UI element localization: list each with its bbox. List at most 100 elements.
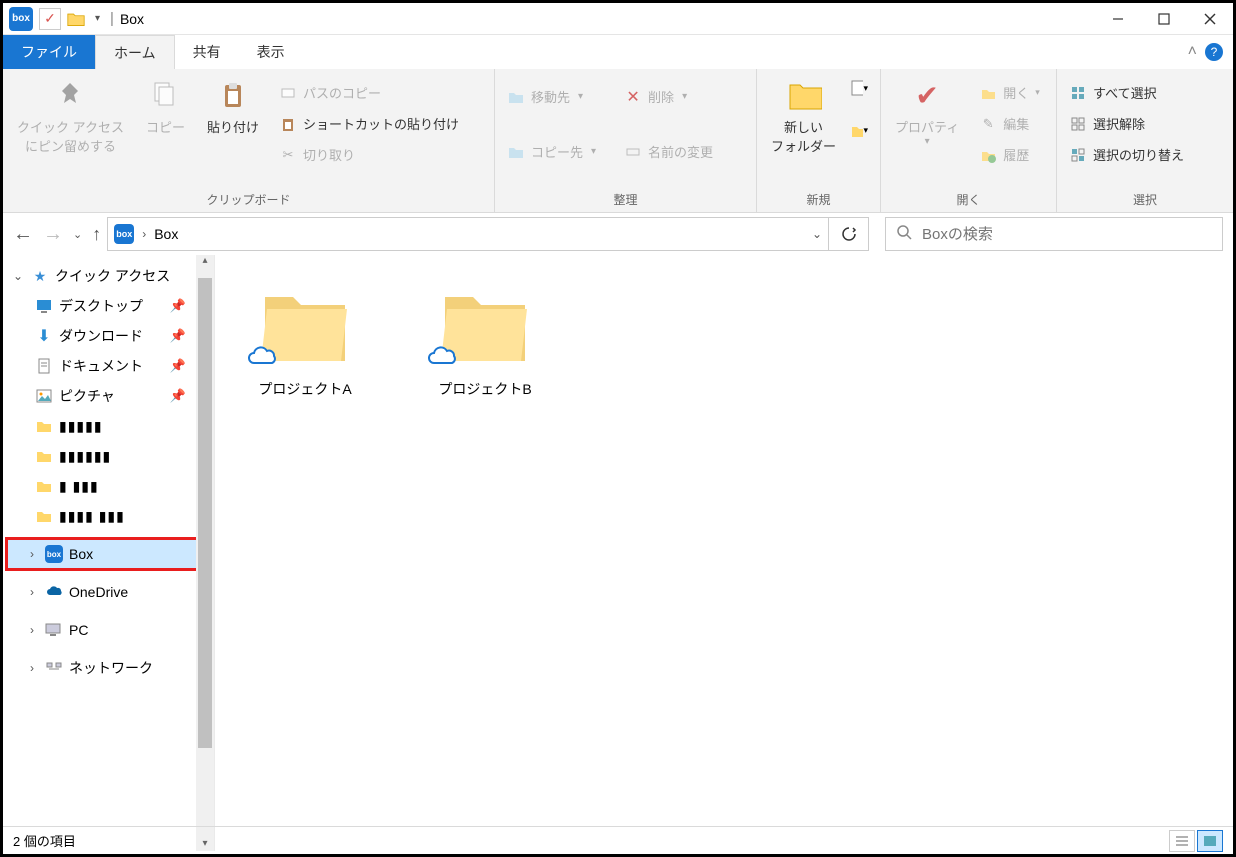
edit-icon: ✎ bbox=[979, 115, 997, 133]
back-button[interactable]: ← bbox=[13, 223, 33, 246]
chevron-right-icon[interactable]: › bbox=[25, 547, 39, 561]
delete-button[interactable]: ✕ 削除▾ bbox=[618, 83, 719, 110]
select-all-button[interactable]: すべて選択 bbox=[1063, 79, 1190, 106]
folder-icon bbox=[435, 279, 535, 369]
tree-downloads[interactable]: ⬇ ダウンロード 📌 bbox=[7, 321, 210, 351]
new-folder-button[interactable]: 新しい フォルダー bbox=[763, 73, 844, 159]
address-dropdown-icon[interactable]: ⌄ bbox=[812, 227, 822, 241]
sidebar-scrollbar[interactable]: ▴ ▾ bbox=[196, 255, 214, 851]
onedrive-icon bbox=[45, 583, 63, 601]
select-none-button[interactable]: 選択解除 bbox=[1063, 110, 1190, 137]
paste-button[interactable]: 貼り付け bbox=[199, 73, 267, 140]
maximize-button[interactable] bbox=[1141, 3, 1187, 35]
move-to-icon bbox=[507, 88, 525, 106]
content-pane[interactable]: プロジェクトA プロジェクトB bbox=[215, 255, 1233, 851]
box-app-icon[interactable]: box bbox=[9, 7, 33, 31]
pin-icon: 📌 bbox=[170, 358, 186, 374]
document-icon bbox=[35, 357, 53, 375]
details-view-button[interactable] bbox=[1169, 830, 1195, 852]
copy-to-button[interactable]: コピー先▾ bbox=[501, 138, 602, 165]
tree-onedrive[interactable]: › OneDrive bbox=[7, 577, 210, 607]
folder-project-b[interactable]: プロジェクトB bbox=[415, 279, 555, 399]
pc-icon bbox=[45, 621, 63, 639]
rename-button[interactable]: 名前の変更 bbox=[618, 138, 719, 165]
tree-recent-folder-1[interactable]: ▮▮▮▮▮ bbox=[7, 411, 210, 441]
scissors-icon: ✂ bbox=[279, 146, 297, 164]
tab-share[interactable]: 共有 bbox=[175, 35, 239, 69]
invert-selection-button[interactable]: 選択の切り替え bbox=[1063, 141, 1190, 168]
pin-icon: 📌 bbox=[170, 328, 186, 344]
pin-icon: 📌 bbox=[170, 298, 186, 314]
properties-qat-icon[interactable]: ✓ bbox=[39, 8, 61, 30]
network-icon bbox=[45, 659, 63, 677]
folder-icon bbox=[35, 507, 53, 525]
forward-button[interactable]: → bbox=[43, 223, 63, 246]
title-bar: box ✓ ▾ | Box bbox=[3, 3, 1233, 35]
refresh-button[interactable] bbox=[829, 217, 869, 251]
tree-recent-folder-4[interactable]: ▮▮▮▮ ▮▮▮ bbox=[7, 501, 210, 531]
up-button[interactable]: ↑ bbox=[92, 224, 101, 245]
tree-box[interactable]: › box Box bbox=[7, 539, 210, 569]
cut-button[interactable]: ✂ 切り取り bbox=[273, 141, 465, 168]
open-icon bbox=[979, 84, 997, 102]
pin-icon bbox=[52, 77, 88, 113]
tab-home[interactable]: ホーム bbox=[95, 35, 175, 69]
window-title: Box bbox=[120, 11, 144, 27]
paste-icon bbox=[215, 77, 251, 113]
paste-shortcut-icon bbox=[279, 115, 297, 133]
pin-to-quick-access-button[interactable]: クイック アクセス にピン留めする bbox=[9, 73, 132, 159]
title-separator: | bbox=[110, 10, 114, 27]
status-bar: 2 個の項目 bbox=[3, 826, 1233, 854]
tree-desktop[interactable]: デスクトップ 📌 bbox=[7, 291, 210, 321]
easy-access-icon[interactable]: ▾ bbox=[850, 121, 868, 139]
tree-recent-folder-3[interactable]: ▮ ▮▮▮ bbox=[7, 471, 210, 501]
large-icons-view-button[interactable] bbox=[1197, 830, 1223, 852]
help-icon[interactable]: ? bbox=[1205, 43, 1223, 61]
history-icon bbox=[979, 146, 997, 164]
open-button[interactable]: 開く▾ bbox=[973, 79, 1046, 106]
close-button[interactable] bbox=[1187, 3, 1233, 35]
folder-project-a[interactable]: プロジェクトA bbox=[235, 279, 375, 399]
scrollbar-thumb[interactable] bbox=[198, 278, 212, 748]
tree-quick-access[interactable]: ⌄ ★ クイック アクセス bbox=[7, 261, 210, 291]
paste-shortcut-button[interactable]: ショートカットの貼り付け bbox=[273, 110, 465, 137]
tree-network[interactable]: › ネットワーク bbox=[7, 653, 210, 683]
desktop-icon bbox=[35, 297, 53, 315]
ribbon: クイック アクセス にピン留めする コピー 貼り付け パスのコピー ショートカッ… bbox=[3, 69, 1233, 213]
select-all-icon bbox=[1069, 84, 1087, 102]
address-bar[interactable]: box › Box ⌄ bbox=[107, 217, 829, 251]
search-box[interactable] bbox=[885, 217, 1223, 251]
chevron-down-icon[interactable]: ⌄ bbox=[11, 269, 25, 283]
move-to-button[interactable]: 移動先▾ bbox=[501, 83, 602, 110]
tree-pc[interactable]: › PC bbox=[7, 615, 210, 645]
history-button[interactable]: 履歴 bbox=[973, 141, 1046, 168]
breadcrumb-separator-icon[interactable]: › bbox=[142, 227, 146, 241]
tree-pictures[interactable]: ピクチャ 📌 bbox=[7, 381, 210, 411]
copy-path-button[interactable]: パスのコピー bbox=[273, 79, 465, 106]
edit-button[interactable]: ✎ 編集 bbox=[973, 110, 1046, 137]
copy-path-icon bbox=[279, 84, 297, 102]
copy-button[interactable]: コピー bbox=[138, 73, 193, 140]
navigation-bar: ← → ⌄ ↑ box › Box ⌄ bbox=[3, 213, 1233, 255]
folder-qat-icon[interactable] bbox=[67, 10, 85, 28]
search-icon bbox=[896, 224, 912, 245]
breadcrumb-box[interactable]: Box bbox=[154, 226, 178, 242]
check-icon: ✔ bbox=[909, 77, 945, 113]
tab-view[interactable]: 表示 bbox=[239, 35, 303, 69]
qat-dropdown-icon[interactable]: ▾ bbox=[91, 13, 104, 24]
tab-file[interactable]: ファイル bbox=[3, 35, 95, 69]
folder-label: プロジェクトB bbox=[438, 379, 531, 399]
chevron-right-icon[interactable]: › bbox=[25, 661, 39, 675]
recent-locations-button[interactable]: ⌄ bbox=[73, 228, 82, 241]
tree-recent-folder-2[interactable]: ▮▮▮▮▮▮ bbox=[7, 441, 210, 471]
minimize-button[interactable] bbox=[1095, 3, 1141, 35]
new-item-icon[interactable]: ▾ bbox=[850, 79, 868, 97]
chevron-right-icon[interactable]: › bbox=[25, 585, 39, 599]
box-breadcrumb-icon: box bbox=[114, 224, 134, 244]
search-input[interactable] bbox=[922, 226, 1212, 243]
collapse-ribbon-icon[interactable]: ˄ bbox=[1188, 43, 1197, 61]
chevron-right-icon[interactable]: › bbox=[25, 623, 39, 637]
tree-documents[interactable]: ドキュメント 📌 bbox=[7, 351, 210, 381]
ribbon-group-organize-label: 整理 bbox=[501, 187, 750, 210]
properties-button[interactable]: ✔ プロパティ ▾ bbox=[887, 73, 967, 151]
